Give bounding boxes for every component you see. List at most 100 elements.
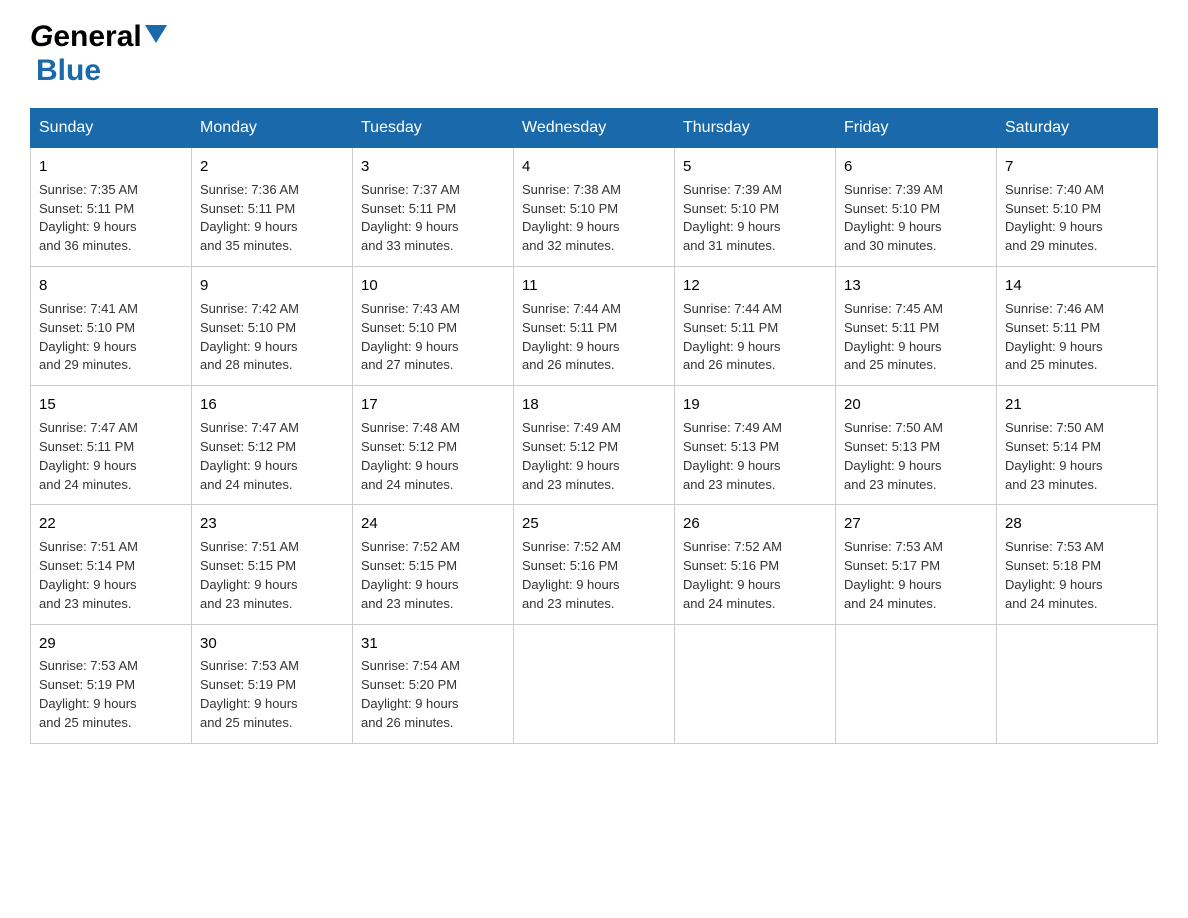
- day-cell: 4Sunrise: 7:38 AMSunset: 5:10 PMDaylight…: [514, 148, 675, 267]
- day-daylight: Daylight: 9 hours: [200, 458, 298, 473]
- day-number: 9: [200, 275, 344, 297]
- day-daylight-cont: and 23 minutes.: [39, 596, 132, 611]
- col-header-monday: Monday: [192, 109, 353, 148]
- day-daylight-cont: and 25 minutes.: [39, 715, 132, 730]
- day-daylight-cont: and 26 minutes.: [361, 715, 454, 730]
- day-number: 18: [522, 394, 666, 416]
- day-daylight: Daylight: 9 hours: [683, 219, 781, 234]
- col-header-sunday: Sunday: [31, 109, 192, 148]
- day-daylight-cont: and 23 minutes.: [522, 596, 615, 611]
- day-daylight-cont: and 23 minutes.: [1005, 477, 1098, 492]
- logo: G eneral Blue: [30, 20, 167, 88]
- day-daylight-cont: and 31 minutes.: [683, 238, 776, 253]
- day-daylight: Daylight: 9 hours: [683, 339, 781, 354]
- day-number: 30: [200, 633, 344, 655]
- day-cell: 22Sunrise: 7:51 AMSunset: 5:14 PMDayligh…: [31, 505, 192, 624]
- day-cell: 11Sunrise: 7:44 AMSunset: 5:11 PMDayligh…: [514, 267, 675, 386]
- week-row-4: 22Sunrise: 7:51 AMSunset: 5:14 PMDayligh…: [31, 505, 1158, 624]
- day-sunset: Sunset: 5:12 PM: [522, 439, 618, 454]
- day-number: 5: [683, 156, 827, 178]
- day-sunrise: Sunrise: 7:46 AM: [1005, 301, 1104, 316]
- day-sunset: Sunset: 5:13 PM: [683, 439, 779, 454]
- day-cell: 30Sunrise: 7:53 AMSunset: 5:19 PMDayligh…: [192, 624, 353, 743]
- day-cell: 25Sunrise: 7:52 AMSunset: 5:16 PMDayligh…: [514, 505, 675, 624]
- day-sunset: Sunset: 5:18 PM: [1005, 558, 1101, 573]
- day-daylight-cont: and 26 minutes.: [683, 357, 776, 372]
- day-daylight: Daylight: 9 hours: [200, 577, 298, 592]
- day-sunset: Sunset: 5:20 PM: [361, 677, 457, 692]
- col-header-thursday: Thursday: [675, 109, 836, 148]
- day-sunset: Sunset: 5:10 PM: [200, 320, 296, 335]
- day-daylight: Daylight: 9 hours: [200, 339, 298, 354]
- day-daylight: Daylight: 9 hours: [844, 339, 942, 354]
- day-sunrise: Sunrise: 7:53 AM: [39, 658, 138, 673]
- day-cell: 18Sunrise: 7:49 AMSunset: 5:12 PMDayligh…: [514, 386, 675, 505]
- day-daylight: Daylight: 9 hours: [522, 339, 620, 354]
- day-number: 3: [361, 156, 505, 178]
- day-sunrise: Sunrise: 7:50 AM: [844, 420, 943, 435]
- day-cell: [514, 624, 675, 743]
- day-sunset: Sunset: 5:13 PM: [844, 439, 940, 454]
- day-daylight-cont: and 23 minutes.: [844, 477, 937, 492]
- day-daylight-cont: and 24 minutes.: [39, 477, 132, 492]
- day-number: 12: [683, 275, 827, 297]
- day-number: 23: [200, 513, 344, 535]
- day-cell: 20Sunrise: 7:50 AMSunset: 5:13 PMDayligh…: [836, 386, 997, 505]
- day-cell: 16Sunrise: 7:47 AMSunset: 5:12 PMDayligh…: [192, 386, 353, 505]
- day-daylight-cont: and 25 minutes.: [200, 715, 293, 730]
- day-cell: 3Sunrise: 7:37 AMSunset: 5:11 PMDaylight…: [353, 148, 514, 267]
- day-sunrise: Sunrise: 7:53 AM: [844, 539, 943, 554]
- day-daylight: Daylight: 9 hours: [1005, 577, 1103, 592]
- logo-general-italic: G: [30, 20, 53, 54]
- day-cell: 7Sunrise: 7:40 AMSunset: 5:10 PMDaylight…: [997, 148, 1158, 267]
- day-sunset: Sunset: 5:11 PM: [522, 320, 617, 335]
- day-sunset: Sunset: 5:14 PM: [1005, 439, 1101, 454]
- day-sunset: Sunset: 5:11 PM: [200, 201, 295, 216]
- day-number: 26: [683, 513, 827, 535]
- col-header-saturday: Saturday: [997, 109, 1158, 148]
- day-sunset: Sunset: 5:16 PM: [522, 558, 618, 573]
- day-daylight: Daylight: 9 hours: [522, 577, 620, 592]
- day-cell: 24Sunrise: 7:52 AMSunset: 5:15 PMDayligh…: [353, 505, 514, 624]
- day-sunrise: Sunrise: 7:47 AM: [200, 420, 299, 435]
- day-sunset: Sunset: 5:17 PM: [844, 558, 940, 573]
- day-number: 16: [200, 394, 344, 416]
- day-sunset: Sunset: 5:11 PM: [361, 201, 456, 216]
- day-sunrise: Sunrise: 7:52 AM: [683, 539, 782, 554]
- day-number: 21: [1005, 394, 1149, 416]
- day-cell: 5Sunrise: 7:39 AMSunset: 5:10 PMDaylight…: [675, 148, 836, 267]
- day-sunset: Sunset: 5:19 PM: [39, 677, 135, 692]
- day-sunset: Sunset: 5:11 PM: [844, 320, 939, 335]
- day-number: 4: [522, 156, 666, 178]
- day-daylight: Daylight: 9 hours: [1005, 219, 1103, 234]
- day-sunrise: Sunrise: 7:51 AM: [39, 539, 138, 554]
- day-daylight-cont: and 27 minutes.: [361, 357, 454, 372]
- day-number: 19: [683, 394, 827, 416]
- day-daylight: Daylight: 9 hours: [39, 339, 137, 354]
- day-sunrise: Sunrise: 7:41 AM: [39, 301, 138, 316]
- day-daylight-cont: and 23 minutes.: [200, 596, 293, 611]
- day-number: 15: [39, 394, 183, 416]
- day-cell: 19Sunrise: 7:49 AMSunset: 5:13 PMDayligh…: [675, 386, 836, 505]
- week-row-2: 8Sunrise: 7:41 AMSunset: 5:10 PMDaylight…: [31, 267, 1158, 386]
- day-daylight: Daylight: 9 hours: [522, 219, 620, 234]
- day-daylight: Daylight: 9 hours: [200, 219, 298, 234]
- day-daylight: Daylight: 9 hours: [522, 458, 620, 473]
- day-daylight-cont: and 24 minutes.: [1005, 596, 1098, 611]
- day-daylight-cont: and 29 minutes.: [39, 357, 132, 372]
- day-sunrise: Sunrise: 7:50 AM: [1005, 420, 1104, 435]
- day-cell: 10Sunrise: 7:43 AMSunset: 5:10 PMDayligh…: [353, 267, 514, 386]
- day-sunrise: Sunrise: 7:39 AM: [844, 182, 943, 197]
- day-sunrise: Sunrise: 7:43 AM: [361, 301, 460, 316]
- day-cell: 15Sunrise: 7:47 AMSunset: 5:11 PMDayligh…: [31, 386, 192, 505]
- day-sunset: Sunset: 5:15 PM: [200, 558, 296, 573]
- day-number: 14: [1005, 275, 1149, 297]
- day-sunrise: Sunrise: 7:42 AM: [200, 301, 299, 316]
- day-sunset: Sunset: 5:12 PM: [361, 439, 457, 454]
- day-daylight-cont: and 32 minutes.: [522, 238, 615, 253]
- logo-blue-text: Blue: [36, 54, 101, 87]
- day-sunrise: Sunrise: 7:44 AM: [683, 301, 782, 316]
- day-number: 29: [39, 633, 183, 655]
- day-sunrise: Sunrise: 7:48 AM: [361, 420, 460, 435]
- day-daylight-cont: and 33 minutes.: [361, 238, 454, 253]
